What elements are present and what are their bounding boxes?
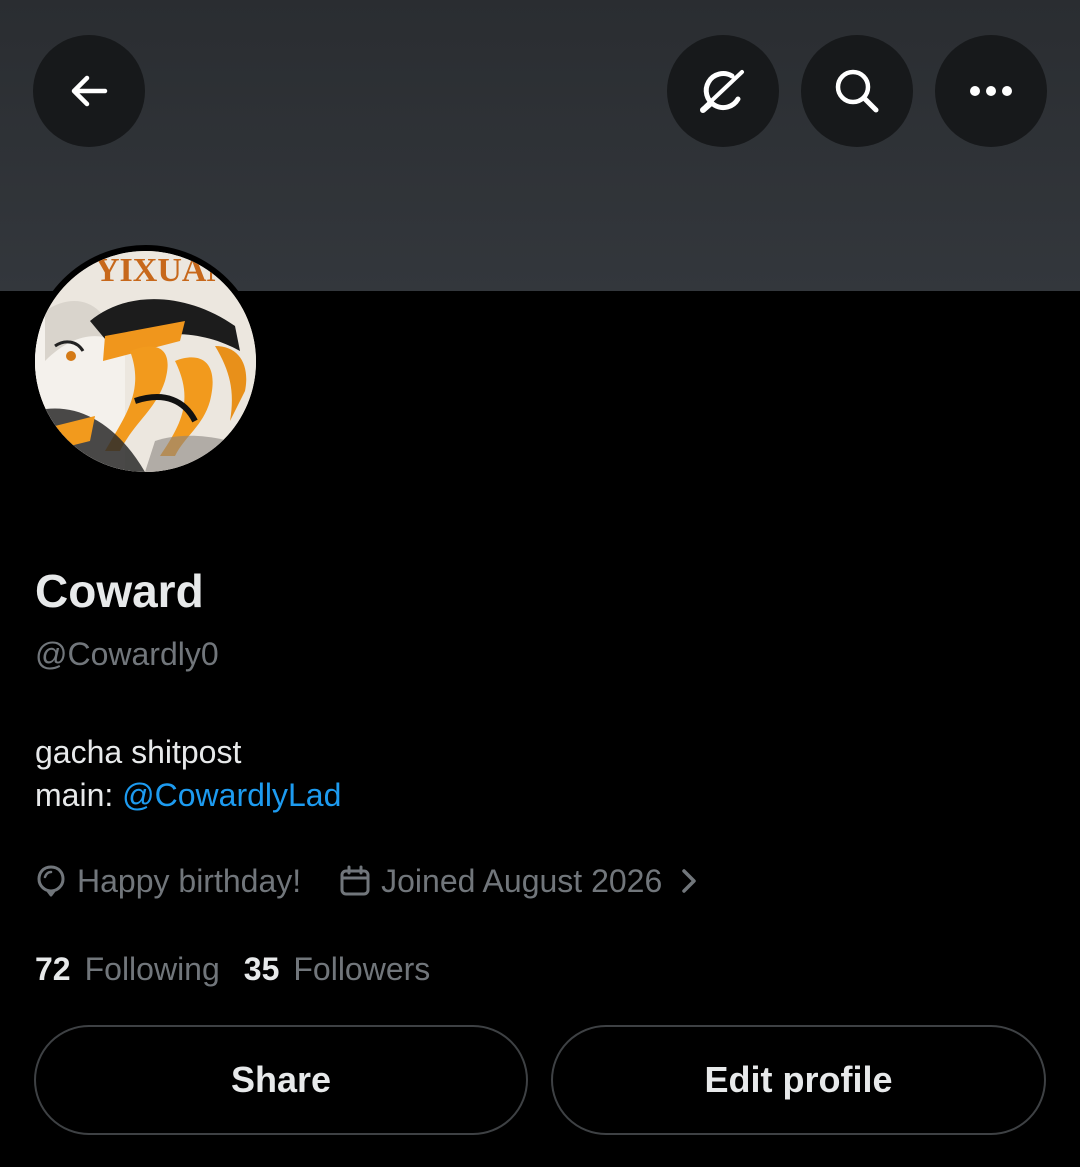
following-link[interactable]: 72 Following [35, 951, 220, 988]
birthday-item: Happy birthday! [35, 863, 301, 900]
balloon-icon [37, 865, 65, 897]
bio-mention-link[interactable]: @CowardlyLad [122, 777, 341, 813]
calendar-icon [340, 865, 370, 896]
grok-button[interactable] [667, 35, 779, 147]
share-button[interactable]: Share [34, 1025, 528, 1135]
search-button[interactable] [801, 35, 913, 147]
display-name: Coward [35, 565, 204, 617]
edit-profile-button[interactable]: Edit profile [551, 1025, 1046, 1135]
bio-line-2-prefix: main: [35, 777, 123, 813]
followers-link[interactable]: 35 Followers [244, 951, 431, 988]
followers-label: Followers [293, 950, 431, 987]
more-horizontal-icon [970, 86, 1012, 96]
following-label: Following [84, 950, 220, 987]
bio-line-2: main: @CowardlyLad [35, 774, 341, 817]
user-handle: @Cowardly0 [35, 636, 219, 672]
grok-icon [700, 70, 744, 113]
avatar-artwork: YIXUAN [35, 251, 256, 472]
following-count: 72 [35, 950, 71, 987]
joined-item[interactable]: Joined August 2026 [339, 863, 708, 900]
back-button[interactable] [33, 35, 145, 147]
joined-text: Joined August 2026 [381, 862, 663, 899]
followers-count: 35 [243, 950, 280, 987]
arrow-left-icon [71, 75, 108, 107]
bio: gacha shitpost main: @CowardlyLad [35, 731, 341, 817]
profile-meta-row: Happy birthday! Joined August 2026 [35, 859, 708, 903]
follow-stats: 72 Following 35 Followers [35, 947, 430, 991]
more-button[interactable] [935, 35, 1047, 147]
bio-line-1: gacha shitpost [35, 734, 242, 770]
chevron-right-icon [680, 868, 708, 894]
search-icon [835, 69, 879, 113]
birthday-text: Happy birthday! [77, 862, 302, 899]
avatar[interactable]: YIXUAN [35, 251, 256, 472]
